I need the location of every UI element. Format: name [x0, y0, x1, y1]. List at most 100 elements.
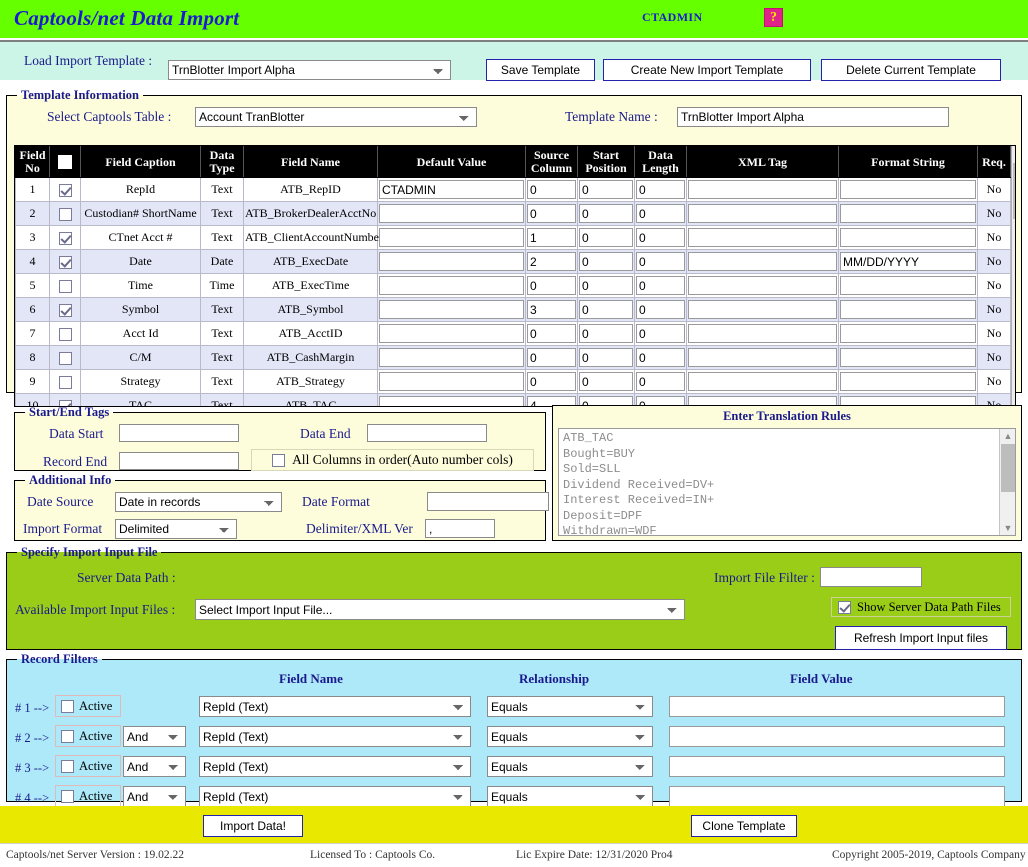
- create-new-template-button[interactable]: Create New Import Template: [603, 59, 811, 81]
- input-start-position[interactable]: [579, 252, 633, 271]
- input-data-length[interactable]: [636, 204, 685, 223]
- input-data-length[interactable]: [636, 348, 685, 367]
- cell-xml-tag[interactable]: [687, 370, 839, 394]
- input-default-value[interactable]: [379, 252, 524, 271]
- input-source-column[interactable]: [527, 276, 576, 295]
- row-select-checkbox[interactable]: [59, 256, 72, 269]
- cell-default-value[interactable]: [378, 178, 526, 202]
- input-format-string[interactable]: [840, 252, 976, 271]
- input-source-column[interactable]: [527, 180, 576, 199]
- cell-source-column[interactable]: [526, 226, 578, 250]
- cell-xml-tag[interactable]: [687, 274, 839, 298]
- cell-xml-tag[interactable]: [687, 322, 839, 346]
- cell-format-string[interactable]: [839, 226, 978, 250]
- cell-format-string[interactable]: [839, 346, 978, 370]
- input-default-value[interactable]: [379, 372, 524, 391]
- clone-template-button[interactable]: Clone Template: [691, 815, 797, 837]
- help-icon[interactable]: ?: [764, 8, 783, 27]
- filter-relationship-select[interactable]: Equals: [487, 756, 653, 777]
- input-data-length[interactable]: [636, 300, 685, 319]
- input-default-value[interactable]: [379, 324, 524, 343]
- input-default-value[interactable]: [379, 228, 524, 247]
- cell-data-length[interactable]: [635, 250, 687, 274]
- filter-active-checkbox[interactable]: [61, 700, 74, 713]
- cell-default-value[interactable]: [378, 274, 526, 298]
- cell-source-column[interactable]: [526, 250, 578, 274]
- input-default-value[interactable]: [379, 204, 524, 223]
- cell-data-length[interactable]: [635, 346, 687, 370]
- all-columns-in-order-checkbox-row[interactable]: All Columns in order(Auto number cols): [251, 449, 534, 471]
- row-select-checkbox[interactable]: [59, 328, 72, 341]
- input-xml-tag[interactable]: [688, 180, 837, 199]
- cell-row-select[interactable]: [50, 274, 81, 298]
- row-select-checkbox[interactable]: [59, 352, 72, 365]
- input-format-string[interactable]: [840, 348, 976, 367]
- cell-data-length[interactable]: [635, 370, 687, 394]
- filter-active-checkbox[interactable]: [61, 790, 74, 803]
- input-default-value[interactable]: [379, 300, 524, 319]
- filter-field-value-input[interactable]: [669, 786, 1005, 807]
- cell-start-position[interactable]: [578, 202, 635, 226]
- date-format-input[interactable]: [427, 492, 549, 511]
- cell-format-string[interactable]: [839, 178, 978, 202]
- cell-xml-tag[interactable]: [687, 178, 839, 202]
- input-format-string[interactable]: [840, 228, 976, 247]
- cell-start-position[interactable]: [578, 274, 635, 298]
- cell-row-select[interactable]: [50, 322, 81, 346]
- save-template-button[interactable]: Save Template: [486, 59, 595, 81]
- input-xml-tag[interactable]: [688, 372, 837, 391]
- filter-field-name-select[interactable]: RepId (Text): [199, 786, 471, 807]
- translation-rules-box[interactable]: ATB_TAC Bought=BUY Sold=SLL Dividend Rec…: [558, 428, 1016, 536]
- import-file-filter-input[interactable]: [820, 567, 922, 587]
- cell-row-select[interactable]: [50, 298, 81, 322]
- input-xml-tag[interactable]: [688, 276, 837, 295]
- scroll-down-arrow-icon[interactable]: ▼: [1012, 391, 1016, 406]
- input-xml-tag[interactable]: [688, 300, 837, 319]
- cell-data-length[interactable]: [635, 178, 687, 202]
- input-data-length[interactable]: [636, 252, 685, 271]
- translation-scroll-up-arrow-icon[interactable]: ▲: [1000, 429, 1016, 443]
- import-data-button[interactable]: Import Data!: [203, 815, 303, 837]
- cell-row-select[interactable]: [50, 370, 81, 394]
- input-format-string[interactable]: [840, 180, 976, 199]
- filter-conjunction-select[interactable]: And: [123, 786, 186, 807]
- cell-xml-tag[interactable]: [687, 346, 839, 370]
- filter-active-row[interactable]: Active: [55, 725, 121, 747]
- cell-start-position[interactable]: [578, 322, 635, 346]
- template-name-input[interactable]: [677, 107, 949, 127]
- input-format-string[interactable]: [840, 276, 976, 295]
- input-format-string[interactable]: [840, 300, 976, 319]
- cell-xml-tag[interactable]: [687, 226, 839, 250]
- input-data-length[interactable]: [636, 228, 685, 247]
- select-captools-table-select[interactable]: Account TranBlotter: [195, 107, 477, 127]
- show-server-data-path-files-row[interactable]: Show Server Data Path Files: [831, 597, 1011, 617]
- input-start-position[interactable]: [579, 324, 633, 343]
- input-source-column[interactable]: [527, 372, 576, 391]
- record-end-input[interactable]: [119, 452, 239, 470]
- filter-conjunction-select[interactable]: And: [123, 756, 186, 777]
- all-columns-in-order-checkbox[interactable]: [272, 454, 285, 467]
- filter-relationship-select[interactable]: Equals: [487, 696, 653, 717]
- cell-row-select[interactable]: [50, 202, 81, 226]
- refresh-import-input-files-button[interactable]: Refresh Import Input files: [835, 626, 1007, 650]
- input-source-column[interactable]: [527, 324, 576, 343]
- cell-start-position[interactable]: [578, 178, 635, 202]
- cell-data-length[interactable]: [635, 322, 687, 346]
- cell-format-string[interactable]: [839, 250, 978, 274]
- filter-field-name-select[interactable]: RepId (Text): [199, 696, 471, 717]
- cell-row-select[interactable]: [50, 346, 81, 370]
- cell-start-position[interactable]: [578, 250, 635, 274]
- input-start-position[interactable]: [579, 348, 633, 367]
- translation-scroll-thumb[interactable]: [1001, 444, 1015, 492]
- input-source-column[interactable]: [527, 204, 576, 223]
- cell-default-value[interactable]: [378, 202, 526, 226]
- filter-field-value-input[interactable]: [669, 696, 1005, 717]
- input-start-position[interactable]: [579, 276, 633, 295]
- cell-default-value[interactable]: [378, 370, 526, 394]
- input-start-position[interactable]: [579, 180, 633, 199]
- input-default-value[interactable]: [379, 348, 524, 367]
- input-start-position[interactable]: [579, 228, 633, 247]
- row-select-checkbox[interactable]: [59, 280, 72, 293]
- translation-rules-scrollbar[interactable]: ▲ ▼: [999, 429, 1015, 535]
- grid-scroll-thumb[interactable]: [1013, 163, 1016, 219]
